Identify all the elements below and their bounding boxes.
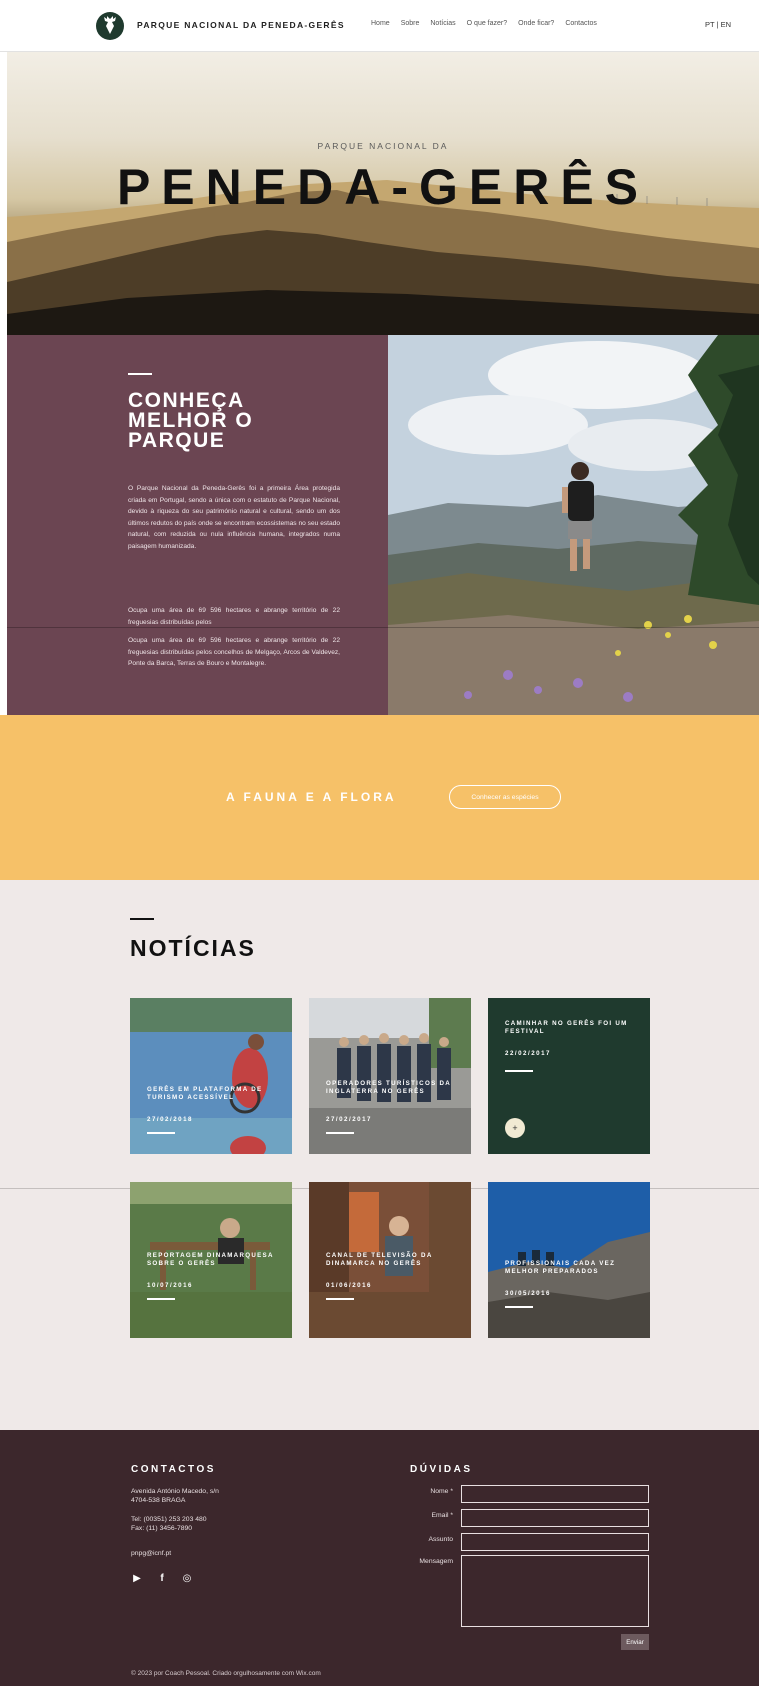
- copyright: © 2023 por Coach Pessoal. Criado orgulho…: [131, 1670, 321, 1677]
- news-card-date: 10/07/2016: [147, 1282, 193, 1289]
- brand-name[interactable]: PARQUE NACIONAL DA PENEDA-GERÊS: [137, 20, 345, 30]
- name-field[interactable]: [461, 1485, 649, 1503]
- news-card-bar: [147, 1132, 175, 1134]
- news-card-date: 27/02/2018: [147, 1116, 193, 1123]
- facebook-icon[interactable]: f: [156, 1573, 168, 1585]
- news-title: NOTÍCIAS: [130, 935, 256, 961]
- social-links: ▶ f ◎: [131, 1573, 193, 1585]
- news-image: [309, 998, 471, 1154]
- name-label: Nome *: [430, 1488, 453, 1495]
- news-card[interactable]: OPERADORES TURÍSTICOS DA INGLATERRA NO G…: [309, 998, 471, 1154]
- site-footer: CONTACTOS Avenida António Macedo, s/n 47…: [0, 1430, 759, 1686]
- news-card[interactable]: PROFISSIONAIS CADA VEZ MELHOR PREPARADOS…: [488, 1182, 650, 1338]
- address-line: 4704-538 BRAGA: [131, 1497, 186, 1504]
- email-field[interactable]: [461, 1509, 649, 1527]
- news-card-title: GERÊS EM PLATAFORMA DE TURISMO ACESSÍVEL: [147, 1086, 263, 1101]
- nav-home[interactable]: Home: [371, 20, 390, 27]
- instagram-icon[interactable]: ◎: [181, 1573, 193, 1585]
- about-paragraph-overlap: Ocupa uma área de 69 596 hectares e abra…: [128, 607, 340, 626]
- phone-block: Tel: (00351) 253 203 480 Fax: (11) 3456-…: [131, 1515, 207, 1533]
- news-card-date: 22/02/2017: [505, 1050, 551, 1057]
- section-dash: [128, 373, 152, 375]
- email-label: Email *: [431, 1512, 453, 1519]
- stag-head-icon[interactable]: [96, 12, 124, 40]
- address-line: Avenida António Macedo, s/n: [131, 1488, 219, 1495]
- news-card-title: OPERADORES TURÍSTICOS DA INGLATERRA NO G…: [326, 1080, 451, 1095]
- nav-o-que-fazer[interactable]: O que fazer?: [467, 20, 507, 27]
- news-card-date: 30/05/2016: [505, 1290, 551, 1297]
- hiker-photo: [388, 335, 759, 715]
- news-image: [130, 998, 292, 1154]
- questions-heading: DÚVIDAS: [410, 1464, 473, 1475]
- nav-onde-ficar[interactable]: Onde ficar?: [518, 20, 554, 27]
- subject-label: Assunto: [428, 1536, 453, 1543]
- send-button[interactable]: Enviar: [621, 1634, 649, 1650]
- language-switcher[interactable]: PT | EN: [705, 20, 731, 29]
- fauna-title: A FAUNA E A FLORA: [226, 790, 397, 804]
- news-card[interactable]: GERÊS EM PLATAFORMA DE TURISMO ACESSÍVEL…: [130, 998, 292, 1154]
- hero-title: PENEDA-GERÊS: [116, 159, 650, 215]
- fauna-flora-section: A FAUNA E A FLORA Conhecer as espécies: [0, 715, 759, 880]
- about-paragraph: O Parque Nacional da Peneda-Gerês foi a …: [128, 485, 340, 550]
- species-button[interactable]: Conhecer as espécies: [449, 785, 561, 809]
- news-card-title: PROFISSIONAIS CADA VEZ MELHOR PREPARADOS: [505, 1260, 616, 1275]
- nav-contactos[interactable]: Contactos: [565, 20, 597, 27]
- telephone: Tel: (00351) 253 203 480: [131, 1516, 207, 1523]
- news-card[interactable]: REPORTAGEM DINAMARQUESA SOBRE O GERÊS 10…: [130, 1182, 292, 1338]
- news-card[interactable]: CANAL DE TELEVISÃO DA DINAMARCA NO GERÊS…: [309, 1182, 471, 1338]
- plus-icon[interactable]: +: [505, 1118, 525, 1138]
- site-header: PARQUE NACIONAL DA PENEDA-GERÊS Home Sob…: [0, 0, 759, 52]
- youtube-icon[interactable]: ▶: [131, 1573, 143, 1585]
- news-card[interactable]: CAMINHAR NO GERÊS FOI UM FESTIVAL 22/02/…: [488, 998, 650, 1154]
- message-field[interactable]: [461, 1555, 649, 1627]
- about-text-panel: CONHEÇA MELHOR O PARQUE O Parque Naciona…: [7, 335, 388, 715]
- news-card-bar: [326, 1298, 354, 1300]
- main-nav: Home Sobre Notícias O que fazer? Onde fi…: [371, 20, 608, 27]
- news-card-bar: [505, 1070, 533, 1072]
- news-card-title: CANAL DE TELEVISÃO DA DINAMARCA NO GERÊS: [326, 1252, 433, 1267]
- about-section: CONHEÇA MELHOR O PARQUE O Parque Naciona…: [7, 335, 759, 715]
- news-card-bar: [505, 1306, 533, 1308]
- subject-field[interactable]: [461, 1533, 649, 1551]
- news-card-bar: [326, 1132, 354, 1134]
- news-section: NOTÍCIAS GERÊS EM PLATAFORMA DE TURISMO …: [0, 880, 759, 1430]
- message-label: Mensagem: [419, 1558, 453, 1565]
- section-dash: [130, 918, 154, 920]
- contact-heading: CONTACTOS: [131, 1464, 216, 1475]
- address: Avenida António Macedo, s/n 4704-538 BRA…: [131, 1487, 219, 1505]
- nav-sobre[interactable]: Sobre: [401, 20, 420, 27]
- news-card-title: REPORTAGEM DINAMARQUESA SOBRE O GERÊS: [147, 1252, 274, 1267]
- nav-noticias[interactable]: Notícias: [430, 20, 455, 27]
- news-card-date: 01/06/2016: [326, 1282, 372, 1289]
- hero-banner: PARQUE NACIONAL DA PENEDA-GERÊS: [7, 52, 759, 335]
- about-title: CONHEÇA MELHOR O PARQUE: [128, 389, 254, 452]
- news-card-date: 27/02/2017: [326, 1116, 372, 1123]
- news-card-bar: [147, 1298, 175, 1300]
- fax: Fax: (11) 3456-7890: [131, 1525, 193, 1532]
- hero-subtitle: PARQUE NACIONAL DA: [317, 141, 449, 151]
- about-paragraph: Ocupa uma área de 69 596 hectares e abra…: [128, 637, 340, 667]
- news-card-title: CAMINHAR NO GERÊS FOI UM FESTIVAL: [505, 1020, 628, 1035]
- section-divider: [7, 627, 759, 628]
- email-link[interactable]: pnpg@icnf.pt: [131, 1550, 171, 1557]
